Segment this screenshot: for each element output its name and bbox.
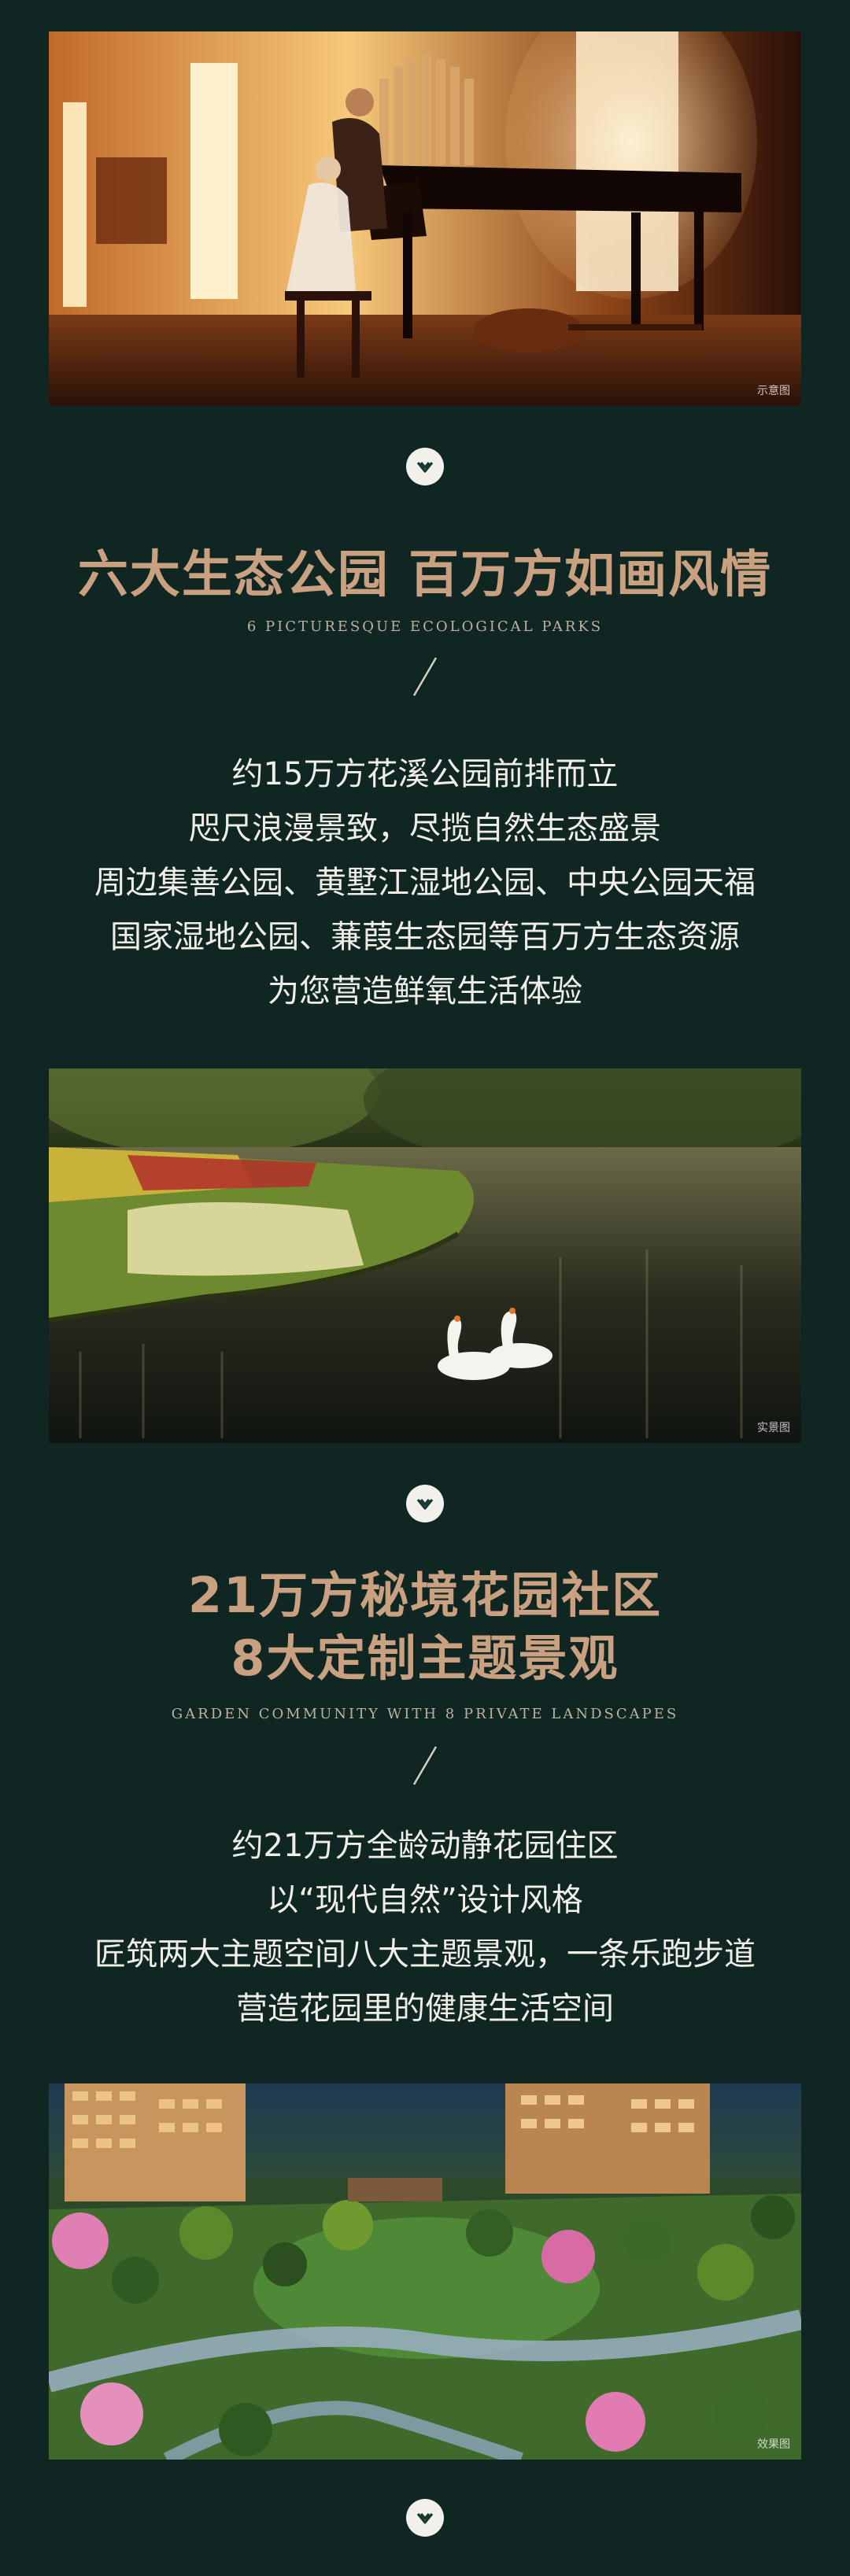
garden-aerial-image: 效果图 [49, 2083, 801, 2460]
parks-line: 约15万方花溪公园前排而立 [231, 756, 619, 792]
garden-description: 约21万方全龄动静花园住区 以“现代自然”设计风格 匠筑两大主题空间八大主题景观… [0, 1819, 850, 2036]
scroll-down-button[interactable] [406, 1485, 444, 1522]
parks-line: 咫尺浪漫景致，尽揽自然生态盛景 [189, 810, 661, 847]
chevron-down-icon [416, 2512, 434, 2524]
swan-lake-image: 实景图 [49, 1068, 801, 1443]
scroll-down-button[interactable] [406, 2499, 444, 2537]
piano-scene-illustration [49, 31, 801, 406]
scroll-down-button[interactable] [406, 448, 444, 485]
garden-line: 营造花园里的健康生活空间 [236, 1991, 614, 2027]
swan-lake-illustration [49, 1068, 801, 1443]
garden-line: 约21万方全龄动静花园住区 [231, 1828, 619, 1864]
section-subtitle-parks: 6 Picturesque Ecological Parks [246, 618, 604, 635]
slash-divider-icon [412, 657, 438, 696]
slash-divider-icon [412, 1746, 438, 1785]
section-subtitle-garden: Garden Community with 8 Private Landscap… [171, 1706, 679, 1722]
section-title-garden-line2: 8大定制主题景观 [231, 1629, 619, 1687]
image-caption: 示意图 [757, 385, 790, 397]
chevron-down-icon [416, 461, 434, 473]
parks-line: 为您营造鲜氧生活体验 [268, 973, 582, 1009]
garden-line: 匠筑两大主题空间八大主题景观，一条乐跑步道 [94, 1936, 756, 1973]
section-title-parks: 六大生态公园 百万方如画风情 [77, 546, 773, 604]
parks-line: 国家湿地公园、蒹葭生态园等百万方生态资源 [110, 919, 740, 955]
piano-scene-image: 示意图 [49, 31, 801, 406]
parks-line: 周边集善公园、黄墅江湿地公园、中央公园天福 [94, 865, 756, 901]
garden-line: 以“现代自然”设计风格 [267, 1882, 583, 1918]
chevron-down-icon [416, 1498, 434, 1510]
section-title-garden-line1: 21万方秘境花园社区 [187, 1567, 663, 1624]
image-caption: 实景图 [757, 1422, 790, 1434]
parks-description: 约15万方花溪公园前排而立 咫尺浪漫景致，尽揽自然生态盛景 周边集善公园、黄墅江… [0, 747, 850, 1019]
garden-aerial-illustration [49, 2083, 801, 2460]
image-caption: 效果图 [757, 2438, 790, 2451]
